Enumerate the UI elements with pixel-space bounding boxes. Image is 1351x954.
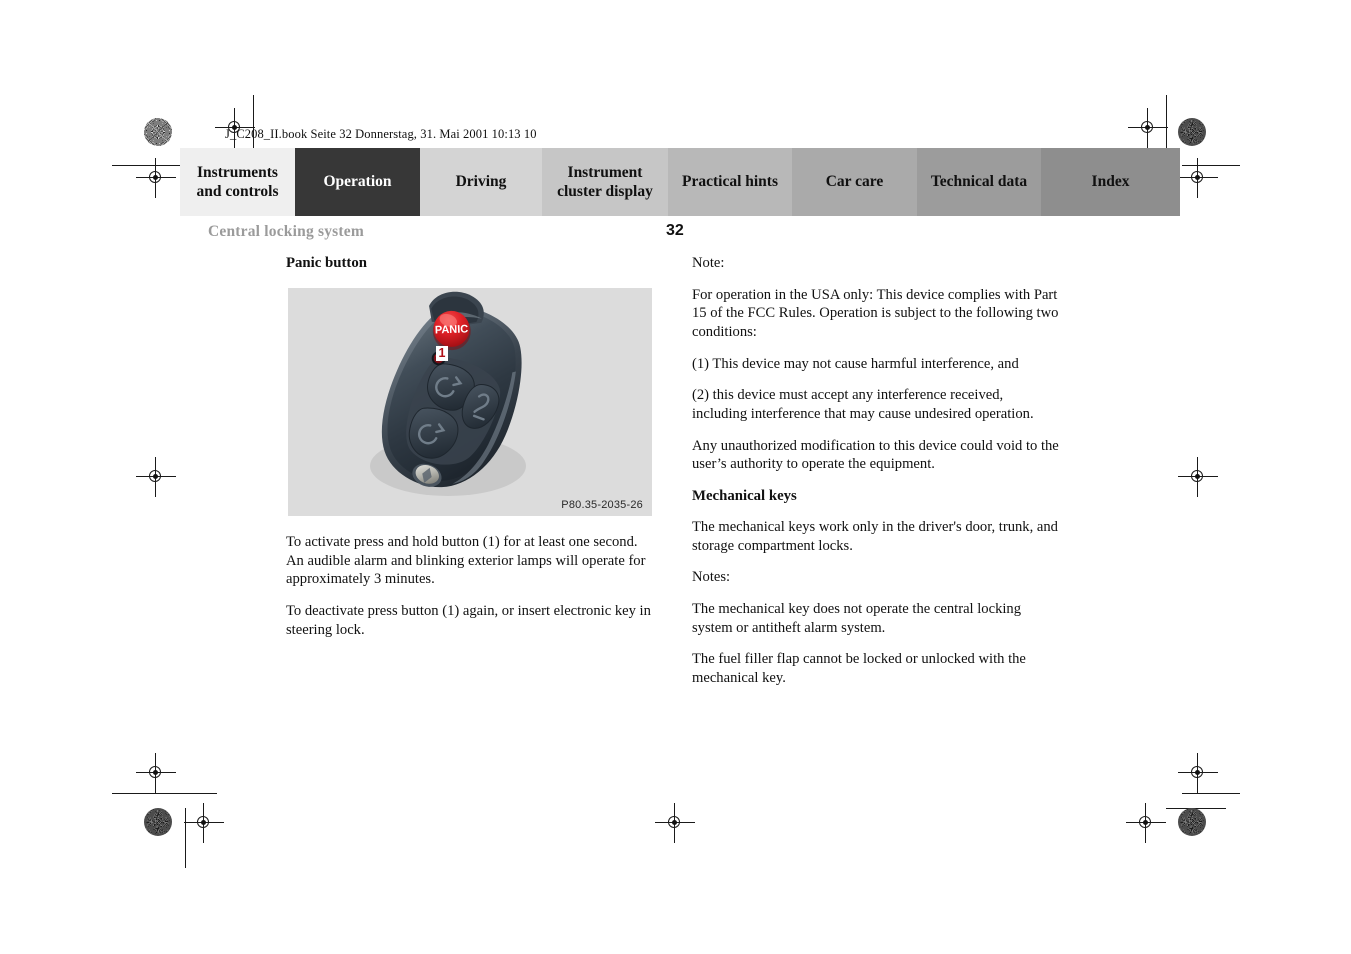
chapter-tab-instrument-cluster-display[interactable]: Instrument cluster display <box>542 148 668 216</box>
registration-mark-bottom-left <box>184 803 224 843</box>
registration-mark-lower-left <box>136 753 176 793</box>
left-paragraph-2: To deactivate press button (1) again, or… <box>286 603 651 638</box>
registration-rosette-top-right <box>1178 118 1206 146</box>
chapter-tab-technical-data[interactable]: Technical data <box>917 148 1041 216</box>
registration-rosette-bottom-right <box>1178 808 1206 836</box>
chapter-tab-driving[interactable]: Driving <box>420 148 542 216</box>
chapter-tab-practical-hints[interactable]: Practical hints <box>668 148 792 216</box>
crop-line-bottom-left-vertical <box>185 808 186 868</box>
figure-callout-1: 1 <box>436 346 448 361</box>
registration-mark-middle-left <box>136 457 176 497</box>
registration-mark-bottom-center <box>655 803 695 843</box>
right-column: Note: For operation in the USA only: Thi… <box>692 254 1060 701</box>
crop-line-bottom-right-horizontal <box>1182 793 1240 794</box>
left-column-body: To activate press and hold button (1) fo… <box>286 533 654 652</box>
registration-rosette-bottom-left <box>144 808 172 836</box>
key-fob-illustration: PANIC <box>288 288 652 516</box>
crop-line-top-right-horizontal <box>1182 165 1240 166</box>
notes-label: Notes: <box>692 569 731 586</box>
note-label: Note: <box>692 255 725 271</box>
figure-caption-code: P80.35-2035-26 <box>561 499 643 511</box>
left-paragraph-1: To activate press and hold button (1) fo… <box>286 534 646 588</box>
book-header-line: J_C208_II.book Seite 32 Donnerstag, 31. … <box>225 127 537 141</box>
left-column: Panic button <box>286 254 654 285</box>
registration-rosette-top-left <box>144 118 172 146</box>
mechanical-keys-body: The mechanical keys work only in the dri… <box>692 518 1058 554</box>
svg-text:PANIC: PANIC <box>435 323 469 336</box>
registration-mark-upper-left <box>136 158 176 198</box>
crop-line-bottom-left-horizontal <box>112 793 217 794</box>
note-paragraph-2: (1) This device may not cause harmful in… <box>692 355 1019 372</box>
registration-mark-middle-right <box>1178 457 1218 497</box>
crop-line-top-right-vertical <box>1166 95 1167 150</box>
note-paragraph-1: For operation in the USA only: This devi… <box>692 286 1059 341</box>
notes-paragraph-2: The fuel filler flap cannot be locked or… <box>692 651 1026 687</box>
notes-paragraph-1: The mechanical key does not operate the … <box>692 601 1022 636</box>
chapter-tab-car-care[interactable]: Car care <box>792 148 917 216</box>
running-head: Central locking system <box>208 223 364 240</box>
note-paragraph-4: Any unauthorized modification to this de… <box>692 437 1059 473</box>
note-paragraph-3: (2) this device must accept any interfer… <box>692 387 1034 423</box>
registration-mark-bottom-right <box>1126 803 1166 843</box>
page-number: 32 <box>666 222 684 239</box>
registration-mark-upper-right <box>1178 158 1218 198</box>
panic-button-heading: Panic button <box>286 255 367 271</box>
chapter-tab-index[interactable]: Index <box>1041 148 1180 216</box>
chapter-tab-bar: Instruments and controls Operation Driving… <box>180 148 1180 216</box>
chapter-tab-operation[interactable]: Operation <box>295 148 420 216</box>
registration-mark-header-right <box>1128 108 1168 148</box>
registration-mark-lower-right <box>1178 753 1218 793</box>
crop-line-bottom-right-vertical <box>1166 808 1226 809</box>
mechanical-keys-heading: Mechanical keys <box>692 488 797 505</box>
chapter-tab-instruments-and-controls[interactable]: Instruments and controls <box>180 148 295 216</box>
key-fob-figure: PANIC 1 P80.35-2035-26 <box>288 288 652 516</box>
